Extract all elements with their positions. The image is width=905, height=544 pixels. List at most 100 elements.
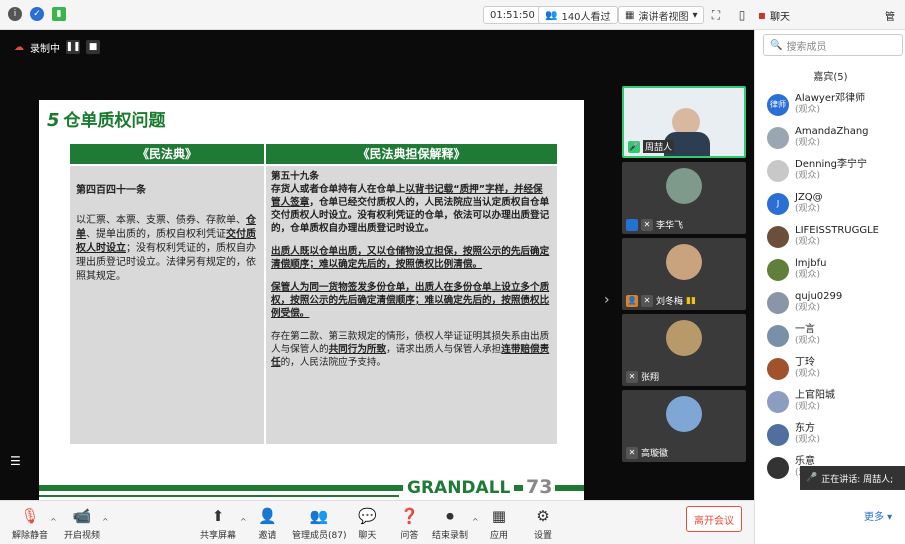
settings-button[interactable]: ⚙ 设置	[534, 507, 552, 541]
participant-item[interactable]: quju0299 (观众)	[755, 286, 905, 319]
slide-page-number: 73	[523, 476, 556, 498]
share-icon: ⬆	[211, 507, 225, 525]
participant-role: (观众)	[795, 138, 821, 148]
more-dropdown[interactable]: 更多 ▾	[864, 508, 892, 523]
invite-button[interactable]: 👤 邀请	[258, 507, 277, 541]
participant-avatar	[666, 244, 702, 280]
avatar	[767, 357, 789, 380]
share-screen-button[interactable]: ⬆ 共享屏幕	[200, 507, 236, 541]
meeting-timer: 01:51:50	[483, 6, 542, 24]
tab-chat[interactable]: 聊天	[770, 8, 790, 23]
participant-item[interactable]: J JZQ@ (观众)	[755, 187, 905, 220]
chevron-down-icon: ▾	[692, 9, 698, 21]
video-options-chevron-icon[interactable]: ^	[102, 517, 109, 526]
avatar	[767, 258, 789, 281]
participant-role: (观众)	[795, 270, 821, 280]
view-mode-dropdown[interactable]: ▦ 演讲者视图 ▾	[618, 6, 705, 24]
participant-name: 丁玲	[795, 357, 815, 368]
video-tile-5[interactable]: ✕ 高璇徽	[622, 390, 746, 462]
grandall-logo: GRANDALL	[403, 478, 515, 498]
participant-role: (观众)	[795, 402, 821, 412]
question-icon: ❓	[400, 507, 419, 525]
participant-name: 上官阳城	[795, 390, 835, 401]
avatar	[767, 126, 789, 149]
search-input[interactable]: 🔍 搜索成员	[763, 34, 903, 56]
sidebar-toggle-icon[interactable]: ▯	[735, 8, 749, 22]
participant-item[interactable]: AmandaZhang (观众)	[755, 121, 905, 154]
participant-role: (观众)	[795, 336, 821, 346]
mic-muted-icon: ✕	[641, 294, 653, 307]
chat-button[interactable]: 💬 聊天	[358, 507, 377, 541]
participant-avatar	[666, 168, 702, 204]
participant-item[interactable]: 一言 (观众)	[755, 319, 905, 352]
participant-item[interactable]: Denning李宁宁 (观众)	[755, 154, 905, 187]
shield-icon[interactable]: ✓	[30, 7, 44, 21]
avatar	[767, 324, 789, 347]
participant-name: JZQ@	[795, 192, 823, 203]
participant-role: (观众)	[795, 303, 821, 313]
participant-item[interactable]: 丁玲 (观众)	[755, 352, 905, 385]
participant-name: 东方	[795, 423, 815, 434]
guest-header[interactable]: 嘉宾(5)	[755, 68, 905, 83]
signal-icon[interactable]: ▮	[52, 7, 66, 21]
participant-item[interactable]: 上官阳城 (观众)	[755, 385, 905, 418]
mic-icon: 🎤	[806, 473, 818, 483]
user-icon: 👤	[626, 294, 638, 307]
avatar	[767, 291, 789, 314]
video-tile-speaker[interactable]: 🎤 周喆人	[622, 86, 746, 158]
manage-members-button[interactable]: 👥 管理成员(87)	[292, 507, 346, 541]
avatar: J	[767, 192, 789, 215]
info-icon[interactable]: i	[8, 7, 22, 21]
top-left-icons: i ✓ ▮	[8, 7, 66, 21]
slide-title: 5 仓单质权问题	[47, 110, 166, 131]
list-menu-icon[interactable]: ☰	[10, 454, 21, 468]
chat-icon[interactable]: ▪	[755, 8, 769, 22]
participant-name: 一言	[795, 324, 815, 335]
participant-name: LIFEISSTRUGGLE	[795, 225, 879, 236]
pause-record-button[interactable]: ❚❚	[65, 40, 81, 54]
share-options-chevron-icon[interactable]: ^	[240, 517, 247, 526]
tab-manage[interactable]: 管	[885, 8, 895, 23]
qa-button[interactable]: ❓ 问答	[400, 507, 419, 541]
slide-footer-line	[39, 495, 399, 497]
video-area: 5 仓单质权问题 《民法典》 《民法典担保解释》 第四百四十一条 以汇票、本票、…	[0, 30, 754, 500]
add-user-icon: 👤	[258, 507, 277, 525]
participant-item[interactable]: 东方 (观众)	[755, 418, 905, 451]
fullscreen-icon[interactable]: ⛶	[709, 8, 723, 22]
participant-name: quju0299	[795, 291, 843, 302]
participant-name: AmandaZhang	[795, 126, 869, 137]
search-icon: 🔍	[770, 39, 783, 51]
participant-role: (观众)	[795, 171, 821, 181]
participant-role: (观众)	[795, 435, 821, 445]
mic-muted-icon: ✕	[626, 370, 638, 383]
leave-meeting-button[interactable]: 离开会议	[686, 506, 742, 532]
unmute-button[interactable]: 🎙 解除静音	[12, 507, 48, 541]
participant-item[interactable]: LIFEISSTRUGGLE (观众)	[755, 220, 905, 253]
stop-record-button[interactable]: ■	[86, 40, 100, 54]
avatar	[767, 456, 789, 479]
viewer-count[interactable]: 👥 140人看过	[538, 6, 618, 24]
avatar	[767, 159, 789, 182]
column-header-guarantee-interpretation: 《民法典担保解释》	[266, 144, 557, 164]
start-video-button[interactable]: 📹 开启视频	[64, 507, 100, 541]
chat-icon: 💬	[358, 507, 377, 525]
participant-role: (观众)	[795, 369, 821, 379]
presentation-slide: 5 仓单质权问题 《民法典》 《民法典担保解释》 第四百四十一条 以汇票、本票、…	[39, 100, 584, 500]
record-options-chevron-icon[interactable]: ^	[472, 517, 479, 526]
end-recording-button[interactable]: ⏺ 结束录制	[432, 507, 468, 541]
apps-button[interactable]: ▦ 应用	[490, 507, 508, 541]
layout-icon: ▦	[625, 9, 635, 21]
mic-muted-icon: ✕	[641, 218, 653, 231]
participant-avatar	[666, 396, 702, 432]
gear-icon: ⚙	[536, 507, 550, 525]
participant-item[interactable]: lmjbfu (观众)	[755, 253, 905, 286]
chevron-right-icon[interactable]: ›	[604, 292, 610, 308]
video-tile-2[interactable]: 👤 ✕ 李华飞	[622, 162, 746, 234]
audio-options-chevron-icon[interactable]: ^	[50, 517, 57, 526]
people-icon: 👥	[545, 9, 558, 21]
participant-item[interactable]: 律师 Alawyer邓律师 (观众)	[755, 88, 905, 121]
participant-name: Alawyer邓律师	[795, 93, 866, 104]
members-icon: 👥	[309, 507, 329, 525]
video-tile-3[interactable]: 👤 ✕ 刘冬梅 ▮▮	[622, 238, 746, 310]
video-tile-4[interactable]: ✕ 张翔	[622, 314, 746, 386]
